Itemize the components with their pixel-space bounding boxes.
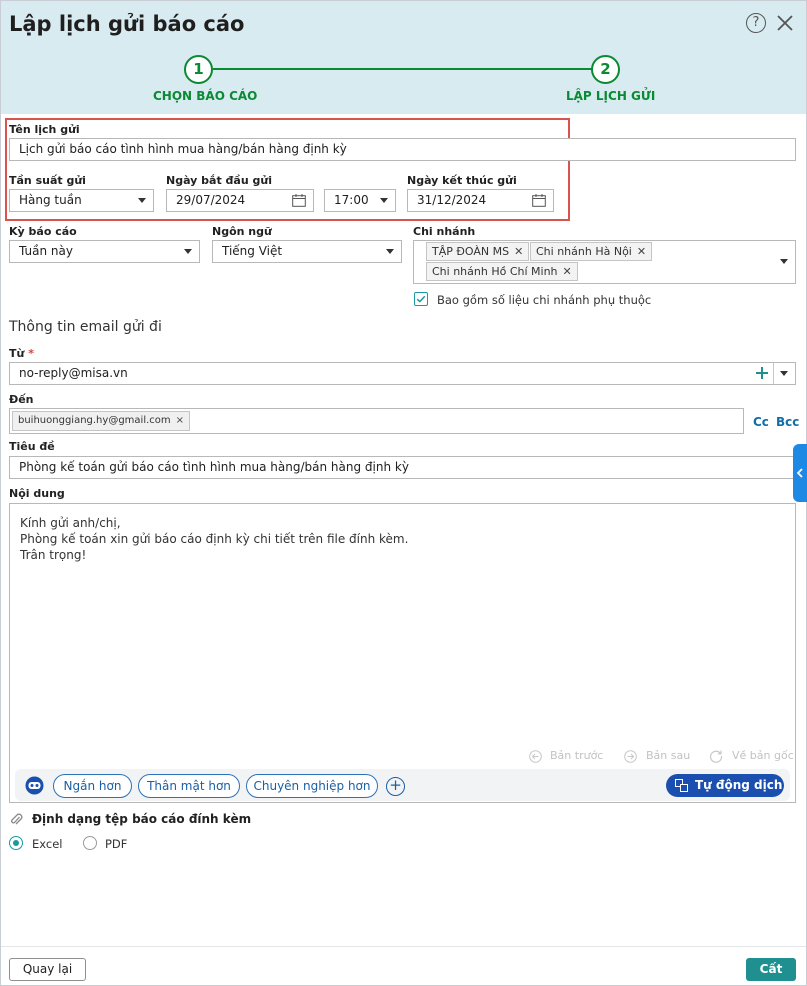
cc-link[interactable]: Cc <box>753 415 769 429</box>
language-select[interactable]: Tiếng Việt <box>212 240 402 263</box>
end-date-value: 31/12/2024 <box>417 193 487 207</box>
branch-tag[interactable]: TẬP ĐOÀN MS ✕ <box>426 242 530 261</box>
more-professional-chip[interactable]: Chuyên nghiệp hơn <box>246 774 378 798</box>
content-line: Phòng kế toán xin gửi báo cáo định kỳ ch… <box>20 532 409 546</box>
step-2-label[interactable]: LẬP LỊCH GỬI <box>566 89 655 103</box>
ai-assistant-icon[interactable] <box>25 776 44 795</box>
branch-label: Chi nhánh <box>413 225 476 238</box>
subject-input[interactable]: Phòng kế toán gửi báo cáo tình hình mua … <box>9 456 796 479</box>
chevron-down-icon <box>780 259 788 264</box>
paperclip-icon <box>11 813 23 825</box>
schedule-name-input[interactable]: Lịch gửi báo cáo tình hình mua hàng/bán … <box>9 138 796 161</box>
from-select[interactable]: no-reply@misa.vn <box>9 362 796 385</box>
remove-tag-icon[interactable]: ✕ <box>514 245 523 258</box>
question-circle-icon[interactable]: ? <box>746 13 766 33</box>
excel-radio[interactable] <box>9 836 23 850</box>
subject-label: Tiêu đề <box>9 440 55 453</box>
recipient-tag[interactable]: buihuonggiang.hy@gmail.com × <box>12 411 191 431</box>
checkmark-icon <box>416 295 426 303</box>
friendlier-chip[interactable]: Thân mật hơn <box>138 774 240 798</box>
divider <box>773 363 774 384</box>
remove-recipient-icon[interactable]: × <box>176 415 184 426</box>
forward-arrow-icon[interactable] <box>624 750 637 763</box>
frequency-label: Tần suất gửi <box>9 174 86 187</box>
step-1-circle[interactable]: 1 <box>184 55 213 84</box>
from-value: no-reply@misa.vn <box>19 366 128 380</box>
chevron-down-icon <box>184 249 192 254</box>
to-label: Đến <box>9 393 34 406</box>
include-sub-branch-checkbox[interactable] <box>414 292 428 306</box>
chevron-down-icon <box>380 198 388 203</box>
content-line: Kính gửi anh/chị, <box>20 516 121 530</box>
auto-translate-label: Tự động dịch <box>695 778 783 792</box>
start-date-label: Ngày bắt đầu gửi <box>166 174 272 187</box>
schedule-report-dialog: Lập lịch gửi báo cáo ? 1 CHỌN BÁO CÁO 2 … <box>0 0 807 986</box>
chevron-down-icon <box>780 371 788 376</box>
side-panel-toggle[interactable] <box>793 444 807 502</box>
prev-version-button[interactable]: Bản trước <box>550 749 603 762</box>
from-label: Từ * <box>9 347 34 360</box>
remove-tag-icon[interactable]: ✕ <box>637 245 646 258</box>
report-period-label: Kỳ báo cáo <box>9 225 77 238</box>
content-line: Trân trọng! <box>20 548 87 562</box>
pdf-radio[interactable] <box>83 836 97 850</box>
pdf-radio-label: PDF <box>105 837 128 851</box>
stepper-line <box>213 68 593 70</box>
branch-tag[interactable]: Chi nhánh Hà Nội ✕ <box>530 242 653 261</box>
start-time-select[interactable]: 17:00 <box>324 189 396 212</box>
translate-icon <box>675 779 688 792</box>
branch-tag[interactable]: Chi nhánh Hồ Chí Minh ✕ <box>426 262 578 281</box>
report-period-select[interactable]: Tuần này <box>9 240 200 263</box>
start-date-input[interactable]: 29/07/2024 <box>166 189 314 212</box>
end-date-label: Ngày kết thúc gửi <box>407 174 517 187</box>
frequency-select[interactable]: Hàng tuần <box>9 189 154 212</box>
restore-original-button[interactable]: Về bản gốc <box>732 749 794 762</box>
frequency-value: Hàng tuần <box>19 193 82 207</box>
calendar-icon[interactable] <box>532 194 546 207</box>
bcc-link[interactable]: Bcc <box>776 415 799 429</box>
back-arrow-icon[interactable] <box>529 750 542 763</box>
excel-radio-label: Excel <box>32 837 63 851</box>
email-section-title: Thông tin email gửi đi <box>9 319 162 335</box>
back-button[interactable]: Quay lại <box>9 958 86 981</box>
add-sender-icon[interactable] <box>755 366 769 380</box>
close-icon[interactable] <box>774 12 796 34</box>
content-label: Nội dung <box>9 487 65 500</box>
end-date-input[interactable]: 31/12/2024 <box>407 189 554 212</box>
next-version-button[interactable]: Bản sau <box>646 749 690 762</box>
include-sub-branch-label: Bao gồm số liệu chi nhánh phụ thuộc <box>437 293 652 307</box>
required-mark: * <box>28 347 34 360</box>
chevron-left-icon <box>796 468 803 478</box>
chevron-down-icon <box>138 198 146 203</box>
auto-translate-button[interactable]: Tự động dịch <box>666 774 784 797</box>
language-label: Ngôn ngữ <box>212 225 272 238</box>
attachment-format-title: Định dạng tệp báo cáo đính kèm <box>32 812 252 826</box>
dialog-header: Lập lịch gửi báo cáo ? 1 CHỌN BÁO CÁO 2 … <box>1 1 806 114</box>
dialog-title: Lập lịch gửi báo cáo <box>9 12 245 36</box>
language-value: Tiếng Việt <box>222 244 283 258</box>
restore-icon[interactable] <box>709 749 723 763</box>
schedule-name-label: Tên lịch gửi <box>9 123 80 136</box>
chevron-down-icon <box>386 249 394 254</box>
add-prompt-icon[interactable]: + <box>386 777 405 796</box>
step-1-label[interactable]: CHỌN BÁO CÁO <box>153 89 257 103</box>
shorter-chip[interactable]: Ngắn hơn <box>53 774 132 798</box>
start-time-value: 17:00 <box>334 193 369 207</box>
report-period-value: Tuần này <box>19 244 73 258</box>
dialog-footer <box>1 946 806 986</box>
step-2-circle[interactable]: 2 <box>591 55 620 84</box>
remove-tag-icon[interactable]: ✕ <box>563 265 572 278</box>
save-button[interactable]: Cất <box>746 958 796 981</box>
calendar-icon[interactable] <box>292 194 306 207</box>
start-date-value: 29/07/2024 <box>176 193 246 207</box>
